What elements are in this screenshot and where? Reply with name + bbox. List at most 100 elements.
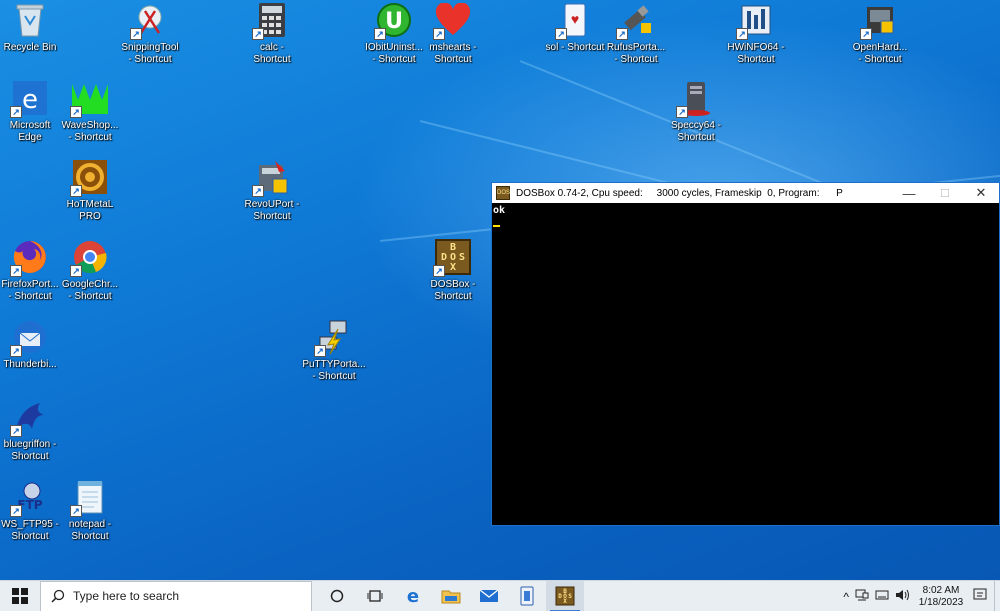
shortcut-arrow-icon: ↗ [130,28,142,40]
sol-icon[interactable]: ♥ ↗ sol - Shortcut [543,0,607,54]
notifications-icon[interactable] [973,588,987,605]
volume-icon[interactable] [895,589,909,604]
search-input[interactable]: Type here to search [40,580,312,611]
svg-text:X: X [450,262,456,273]
dosbox-icon: BD O SX [555,586,575,606]
rufus-icon[interactable]: ↗ RufusPorta... - Shortcut [604,0,668,66]
dosbox-titlebar[interactable]: DOS DOSBox 0.74-2, Cpu speed: 3000 cycle… [492,183,999,203]
chevron-up-icon[interactable]: ^ [843,590,849,604]
shortcut-arrow-icon: ↗ [616,28,628,40]
shortcut-arrow-icon: ↗ [70,265,82,277]
desktop-icon-label: FirefoxPort... - Shortcut [1,279,59,302]
svg-text:S: S [568,593,572,600]
cortana-button[interactable] [318,581,356,611]
desktop-icon-label: OpenHard... - Shortcut [852,42,908,65]
google-chrome-icon[interactable]: ↗ GoogleChr... - Shortcut [58,237,122,303]
ws-ftp95-icon[interactable]: FTP ↗ WS_FTP95 - Shortcut [0,477,62,543]
shortcut-arrow-icon: ↗ [555,28,567,40]
svg-text:S: S [459,252,465,263]
shortcut-arrow-icon: ↗ [10,345,22,357]
shortcut-arrow-icon: ↗ [10,505,22,517]
dosbox-shortcut-icon[interactable]: BDOSX ↗ DOSBox - Shortcut [421,237,485,303]
task-view-button[interactable] [356,581,394,611]
clock[interactable]: 8:02 AM 1/18/2023 [912,585,970,609]
shortcut-arrow-icon: ↗ [252,28,264,40]
recycle-bin-icon[interactable]: Recycle Bin [0,0,62,54]
svg-text:e: e [407,587,419,605]
shortcut-arrow-icon: ↗ [70,185,82,197]
desktop-icon-label: Thunderbi... [3,359,57,370]
mshearts-icon[interactable]: ↗ mshearts - Shortcut [421,0,485,66]
desktop-icon-label: SnippingTool - Shortcut [121,42,179,65]
shortcut-arrow-icon: ↗ [70,505,82,517]
clock-date: 1/18/2023 [918,596,964,608]
shortcut-arrow-icon: ↗ [10,106,22,118]
firefox-portable-icon[interactable]: ↗ FirefoxPort... - Shortcut [0,237,62,303]
hotmetal-pro-icon[interactable]: ↗ HoTMetaL PRO [58,157,122,223]
desktop-icon-label: RevoUPort - Shortcut [244,199,300,222]
shortcut-arrow-icon: ↗ [433,28,445,40]
dos-output-line: ok [493,205,506,216]
search-icon [51,589,65,603]
desktop-icon-label: WS_FTP95 - Shortcut [1,519,59,542]
desktop-icon-label: Microsoft Edge [9,120,51,143]
desktop-icon-label: Speccy64 - Shortcut [670,120,722,143]
svg-text:D: D [441,252,447,263]
open-hardware-monitor-icon[interactable]: ↗ OpenHard... - Shortcut [848,0,912,66]
desktop-icon-label: HoTMetaL PRO [66,199,114,222]
windows-logo-icon [12,588,28,604]
desktop-icon-label: PuTTYPorta... - Shortcut [302,359,366,382]
bluegriffon-icon[interactable]: ↗ bluegriffon - Shortcut [0,397,62,463]
cortana-circle-icon [330,589,344,603]
minimize-button[interactable]: — [891,183,927,203]
dos-cursor [493,225,500,227]
shortcut-arrow-icon: ↗ [252,185,264,197]
dosbox-screen[interactable]: ok [492,203,999,229]
shortcut-arrow-icon: ↗ [314,345,326,357]
dosbox-app-icon: DOS [496,186,510,200]
calc-icon[interactable]: ↗ calc - Shortcut [240,0,304,66]
desktop-icon-label: HWiNFO64 - Shortcut [727,42,785,65]
desktop-icon-label: mshearts - Shortcut [429,42,477,65]
taskbar-sol-button[interactable] [508,581,546,611]
taskbar-file-explorer-button[interactable] [432,581,470,611]
desktop-icon-label: calc - Shortcut [253,42,291,65]
task-view-icon [367,590,383,602]
solitaire-card-icon [520,586,534,606]
microsoft-edge-icon[interactable]: e ↗ Microsoft Edge [0,78,62,144]
revo-uninstaller-portable-icon[interactable]: ↗ RevoUPort - Shortcut [240,157,304,223]
maximize-button[interactable]: ☐ [927,183,963,203]
start-button[interactable] [0,581,40,611]
svg-text:D: D [558,593,562,600]
show-desktop-button[interactable] [994,581,1000,611]
taskbar: Type here to search e BDOSX ^ 8:02 AM 1/… [0,580,1000,611]
desktop-icon-label: DOSBox - Shortcut [430,279,476,302]
network-icon[interactable] [855,589,869,604]
close-button[interactable]: ✕ [963,183,999,203]
taskbar-edge-button[interactable]: e [394,581,432,611]
svg-text:♥: ♥ [571,11,579,27]
keyboard-icon[interactable] [875,589,889,604]
shortcut-arrow-icon: ↗ [736,28,748,40]
desktop-icon-label: WaveShop... - Shortcut [61,120,119,143]
shortcut-arrow-icon: ↗ [676,106,688,118]
shortcut-arrow-icon: ↗ [433,265,445,277]
taskbar-dosbox-button[interactable]: BDOSX [546,580,584,611]
folder-icon [441,590,461,604]
speccy64-icon[interactable]: ↗ Speccy64 - Shortcut [664,78,728,144]
desktop[interactable]: Recycle Bin ↗ SnippingTool - Shortcut ↗ … [0,0,1000,580]
snipping-tool-icon[interactable]: ↗ SnippingTool - Shortcut [118,0,182,66]
svg-text:U: U [385,9,403,34]
dosbox-window-title: DOSBox 0.74-2, Cpu speed: 3000 cycles, F… [516,187,843,199]
edge-icon: e [407,587,419,605]
hwinfo64-icon[interactable]: ↗ HWiNFO64 - Shortcut [724,0,788,66]
putty-portable-icon[interactable]: ↗ PuTTYPorta... - Shortcut [302,317,366,383]
svg-text:X: X [563,598,567,605]
notepad-icon[interactable]: ↗ notepad - Shortcut [58,477,122,543]
waveshop-icon[interactable]: ↗ WaveShop... - Shortcut [58,78,122,144]
dosbox-window[interactable]: DOS DOSBox 0.74-2, Cpu speed: 3000 cycle… [491,182,1000,526]
iobit-uninstaller-icon[interactable]: U ↗ IObitUninst... - Shortcut [362,0,426,66]
thunderbird-icon[interactable]: ↗ Thunderbi... [0,317,62,371]
taskbar-mail-button[interactable] [470,581,508,611]
mail-icon [479,589,499,602]
